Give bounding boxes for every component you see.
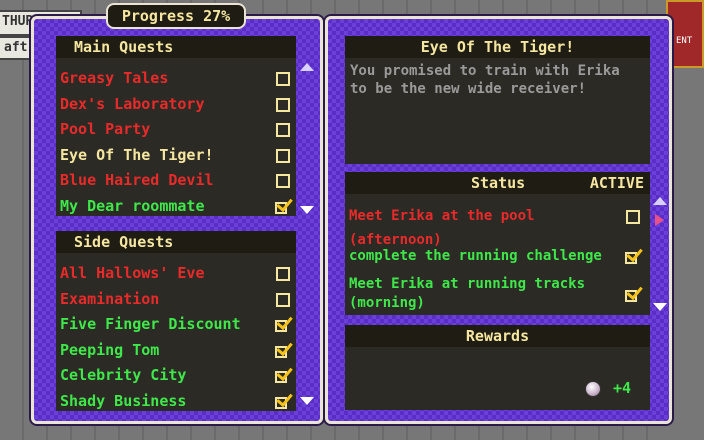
rewards-header: Rewards xyxy=(345,325,650,347)
unchecked-checkbox-icon xyxy=(276,292,290,307)
main-quest-item-label: Greasy Tales xyxy=(60,69,169,87)
side-quest-item-label: Shady Business xyxy=(60,391,187,410)
main-quest-item[interactable]: My Dear roommate xyxy=(60,194,205,218)
side-quest-item-label: Five Finger Discount xyxy=(60,315,241,333)
main-quests-scrollbar[interactable] xyxy=(300,59,314,214)
unchecked-checkbox-icon xyxy=(276,267,290,281)
main-quests-header: Main Quests xyxy=(56,36,296,58)
checked-checkbox-icon xyxy=(625,288,640,302)
main-quest-item[interactable]: Dex's Laboratory xyxy=(60,92,205,116)
scroll-down-icon[interactable] xyxy=(300,397,314,405)
checked-checkbox-icon xyxy=(275,318,290,332)
rewards-title: Rewards xyxy=(465,327,530,345)
main-quests-title: Main Quests xyxy=(74,38,174,56)
scroll-down-icon[interactable] xyxy=(653,303,667,311)
status-title: Status xyxy=(471,174,526,192)
unchecked-checkbox-icon xyxy=(626,210,640,224)
main-quest-item-label: Blue Haired Devil xyxy=(60,171,214,189)
status-section: Status ACTIVE Meet Erika at the pool (af… xyxy=(345,172,650,315)
side-quest-item-label: Celebrity City xyxy=(60,366,187,384)
checked-checkbox-icon xyxy=(275,344,290,358)
main-quest-item[interactable]: Pool Party xyxy=(60,117,150,141)
quest-detail-section: Eye Of The Tiger! You promised to train … xyxy=(345,36,650,164)
checked-checkbox-icon xyxy=(625,250,640,264)
scroll-down-icon[interactable] xyxy=(300,206,314,214)
side-quest-item[interactable]: All Hallows' Eve xyxy=(60,261,205,285)
main-quest-item-label: Eye Of The Tiger! xyxy=(60,145,214,164)
status-scrollbar[interactable] xyxy=(653,197,667,317)
main-quest-item-label: Pool Party xyxy=(60,120,151,138)
progress-label: Progress 27% xyxy=(121,7,231,25)
main-quest-item[interactable]: Greasy Tales xyxy=(60,66,168,90)
checked-checkbox-icon xyxy=(275,395,290,409)
checked-checkbox-icon xyxy=(275,369,290,383)
rewards-section: Rewards +4 xyxy=(345,325,650,410)
scroll-up-icon[interactable] xyxy=(653,197,667,205)
status-objective-label: complete the running challenge xyxy=(349,248,602,264)
unchecked-checkbox-icon xyxy=(276,97,290,112)
cursor-pointer-icon xyxy=(655,214,664,226)
time-label-box: aft xyxy=(0,36,32,60)
unchecked-checkbox-icon xyxy=(276,123,290,137)
status-objective-label: Meet Erika at running tracks (morning) xyxy=(349,276,586,311)
quest-list-panel: Main Quests Greasy Tales Dex's Laboratory… xyxy=(31,16,323,424)
status-objective-item: Meet Erika at the pool (afternoon) xyxy=(349,204,611,248)
side-quest-item[interactable]: Examination xyxy=(60,287,159,311)
side-quests-scrollbar[interactable] xyxy=(300,253,314,408)
side-quest-item[interactable]: Celebrity City xyxy=(60,363,186,387)
main-quest-item-label: My Dear roommate xyxy=(60,196,205,215)
unchecked-checkbox-icon xyxy=(276,174,290,188)
status-header: Status ACTIVE xyxy=(345,172,650,194)
side-quest-item[interactable]: Peeping Tom xyxy=(60,338,159,362)
scroll-up-icon[interactable] xyxy=(300,63,314,71)
progress-badge: Progress 27% xyxy=(106,3,246,29)
status-objective-item: complete the running challenge xyxy=(349,244,611,268)
time-label: aft xyxy=(4,40,28,55)
quest-description: You promised to train with Erika to be t… xyxy=(350,63,620,97)
quest-detail-header: Eye Of The Tiger! xyxy=(345,36,650,58)
reward-amount: +4 xyxy=(613,379,632,397)
main-quests-section: Main Quests Greasy Tales Dex's Laboratory… xyxy=(56,36,296,216)
side-quest-item-label: All Hallows' Eve xyxy=(60,264,205,282)
side-quest-item-label: Examination xyxy=(60,289,160,308)
unchecked-checkbox-icon xyxy=(276,148,290,163)
side-quests-header: Side Quests xyxy=(56,231,296,253)
status-objective-label: Meet Erika at the pool (afternoon) xyxy=(349,208,535,248)
quest-detail-title: Eye Of The Tiger! xyxy=(420,38,575,56)
side-quests-title: Side Quests xyxy=(74,233,174,251)
main-quest-item[interactable]: Blue Haired Devil xyxy=(60,168,214,192)
side-quest-item[interactable]: Five Finger Discount xyxy=(60,312,241,336)
unchecked-checkbox-icon xyxy=(276,72,290,86)
status-state: ACTIVE xyxy=(589,174,644,192)
orb-icon xyxy=(585,381,601,397)
status-objective-item: Meet Erika at running tracks (morning) xyxy=(349,275,611,311)
side-quests-section: Side Quests All Hallows' Eve Examination F… xyxy=(56,231,296,411)
side-quest-item-label: Peeping Tom xyxy=(60,340,160,359)
quest-detail-panel: Eye Of The Tiger! You promised to train … xyxy=(325,16,672,424)
checked-checkbox-icon xyxy=(275,200,290,214)
main-quest-item-label: Dex's Laboratory xyxy=(60,94,205,113)
side-quest-item[interactable]: Shady Business xyxy=(60,389,186,413)
main-quest-item[interactable]: Eye Of The Tiger! xyxy=(60,143,214,167)
